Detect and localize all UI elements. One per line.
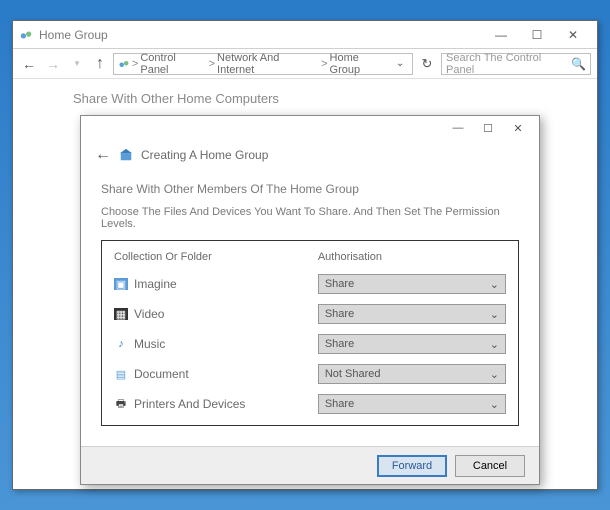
search-input[interactable]: Search The Control Panel 🔍: [441, 53, 591, 75]
auth-dropdown-imagine[interactable]: Share: [318, 274, 506, 294]
forward-button[interactable]: Forward: [377, 455, 447, 477]
address-bar[interactable]: > Control Panel > Network And Internet >…: [113, 53, 413, 75]
maximize-button[interactable]: ☐: [519, 23, 555, 47]
folder-label: Printers And Devices: [134, 397, 245, 411]
pictures-icon: ▣: [114, 278, 128, 290]
auth-dropdown-video[interactable]: Share: [318, 304, 506, 324]
breadcrumb-sep: >: [132, 58, 138, 70]
share-table: Collection Or Folder Authorisation ▣ Ima…: [101, 240, 519, 426]
address-dropdown[interactable]: ⌄: [392, 58, 408, 69]
wizard-maximize-button[interactable]: ☐: [473, 118, 503, 138]
window-title: Home Group: [39, 28, 483, 42]
wizard-minimize-button[interactable]: —: [443, 118, 473, 138]
minimize-button[interactable]: —: [483, 23, 519, 47]
folder-cell-printers: 🖶 Printers And Devices: [114, 397, 318, 411]
breadcrumb-item[interactable]: Home Group: [330, 52, 393, 76]
cancel-button[interactable]: Cancel: [455, 455, 525, 477]
auth-dropdown-document[interactable]: Not Shared: [318, 364, 506, 384]
homegroup-icon: [19, 28, 33, 42]
wizard-title: Creating A Home Group: [141, 148, 268, 162]
forward-button[interactable]: →: [43, 54, 63, 74]
table-row: ♪ Music Share: [110, 329, 510, 359]
folder-label: Document: [134, 367, 189, 381]
table-row: 🖶 Printers And Devices Share: [110, 389, 510, 419]
folder-cell-music: ♪ Music: [114, 337, 318, 351]
content-area: Share With Other Home Computers: [13, 79, 597, 118]
col-auth-header: Authorisation: [318, 251, 506, 263]
wizard-icon: [119, 148, 133, 162]
document-icon: ▤: [114, 368, 128, 380]
wizard-back-button[interactable]: ←: [95, 146, 111, 164]
up-button[interactable]: ↑: [91, 55, 109, 73]
wizard-description: Choose The Files And Devices You Want To…: [101, 206, 519, 230]
recent-dropdown[interactable]: ▾: [67, 54, 87, 74]
printer-icon: 🖶: [114, 398, 128, 410]
breadcrumb-sep: >: [209, 58, 215, 70]
folder-label: Imagine: [134, 277, 177, 291]
col-folder-header: Collection Or Folder: [114, 251, 318, 263]
folder-label: Music: [134, 337, 165, 351]
auth-dropdown-music[interactable]: Share: [318, 334, 506, 354]
wizard-subtitle: Share With Other Members Of The Home Gro…: [101, 182, 519, 196]
navbar: ← → ▾ ↑ > Control Panel > Network And In…: [13, 49, 597, 79]
folder-cell-video: ▦ Video: [114, 307, 318, 321]
close-button[interactable]: ✕: [555, 23, 591, 47]
page-heading: Share With Other Home Computers: [73, 91, 537, 106]
table-row: ▦ Video Share: [110, 299, 510, 329]
search-placeholder: Search The Control Panel: [446, 52, 571, 76]
wizard-header: ← Creating A Home Group: [81, 140, 539, 174]
back-button[interactable]: ←: [19, 54, 39, 74]
refresh-button[interactable]: ↻: [417, 54, 437, 74]
video-icon: ▦: [114, 308, 128, 320]
breadcrumb-item[interactable]: Control Panel: [140, 52, 206, 76]
folder-label: Video: [134, 307, 164, 321]
wizard-window: — ☐ ✕ ← Creating A Home Group Share With…: [80, 115, 540, 485]
folder-cell-imagine: ▣ Imagine: [114, 277, 318, 291]
auth-dropdown-printers[interactable]: Share: [318, 394, 506, 414]
table-row: ▣ Imagine Share: [110, 269, 510, 299]
search-icon: 🔍: [571, 57, 586, 71]
wizard-footer: Forward Cancel: [81, 446, 539, 484]
wizard-body: Share With Other Members Of The Home Gro…: [81, 174, 539, 434]
table-header: Collection Or Folder Authorisation: [110, 247, 510, 269]
wizard-close-button[interactable]: ✕: [503, 118, 533, 138]
wizard-titlebar: — ☐ ✕: [81, 116, 539, 140]
table-row: ▤ Document Not Shared: [110, 359, 510, 389]
window-controls: — ☐ ✕: [483, 23, 591, 47]
folder-cell-document: ▤ Document: [114, 367, 318, 381]
addressbar-icon: [118, 58, 130, 70]
titlebar: Home Group — ☐ ✕: [13, 21, 597, 49]
music-icon: ♪: [114, 338, 128, 350]
breadcrumb-sep: >: [321, 58, 327, 70]
breadcrumb-item[interactable]: Network And Internet: [217, 52, 319, 76]
